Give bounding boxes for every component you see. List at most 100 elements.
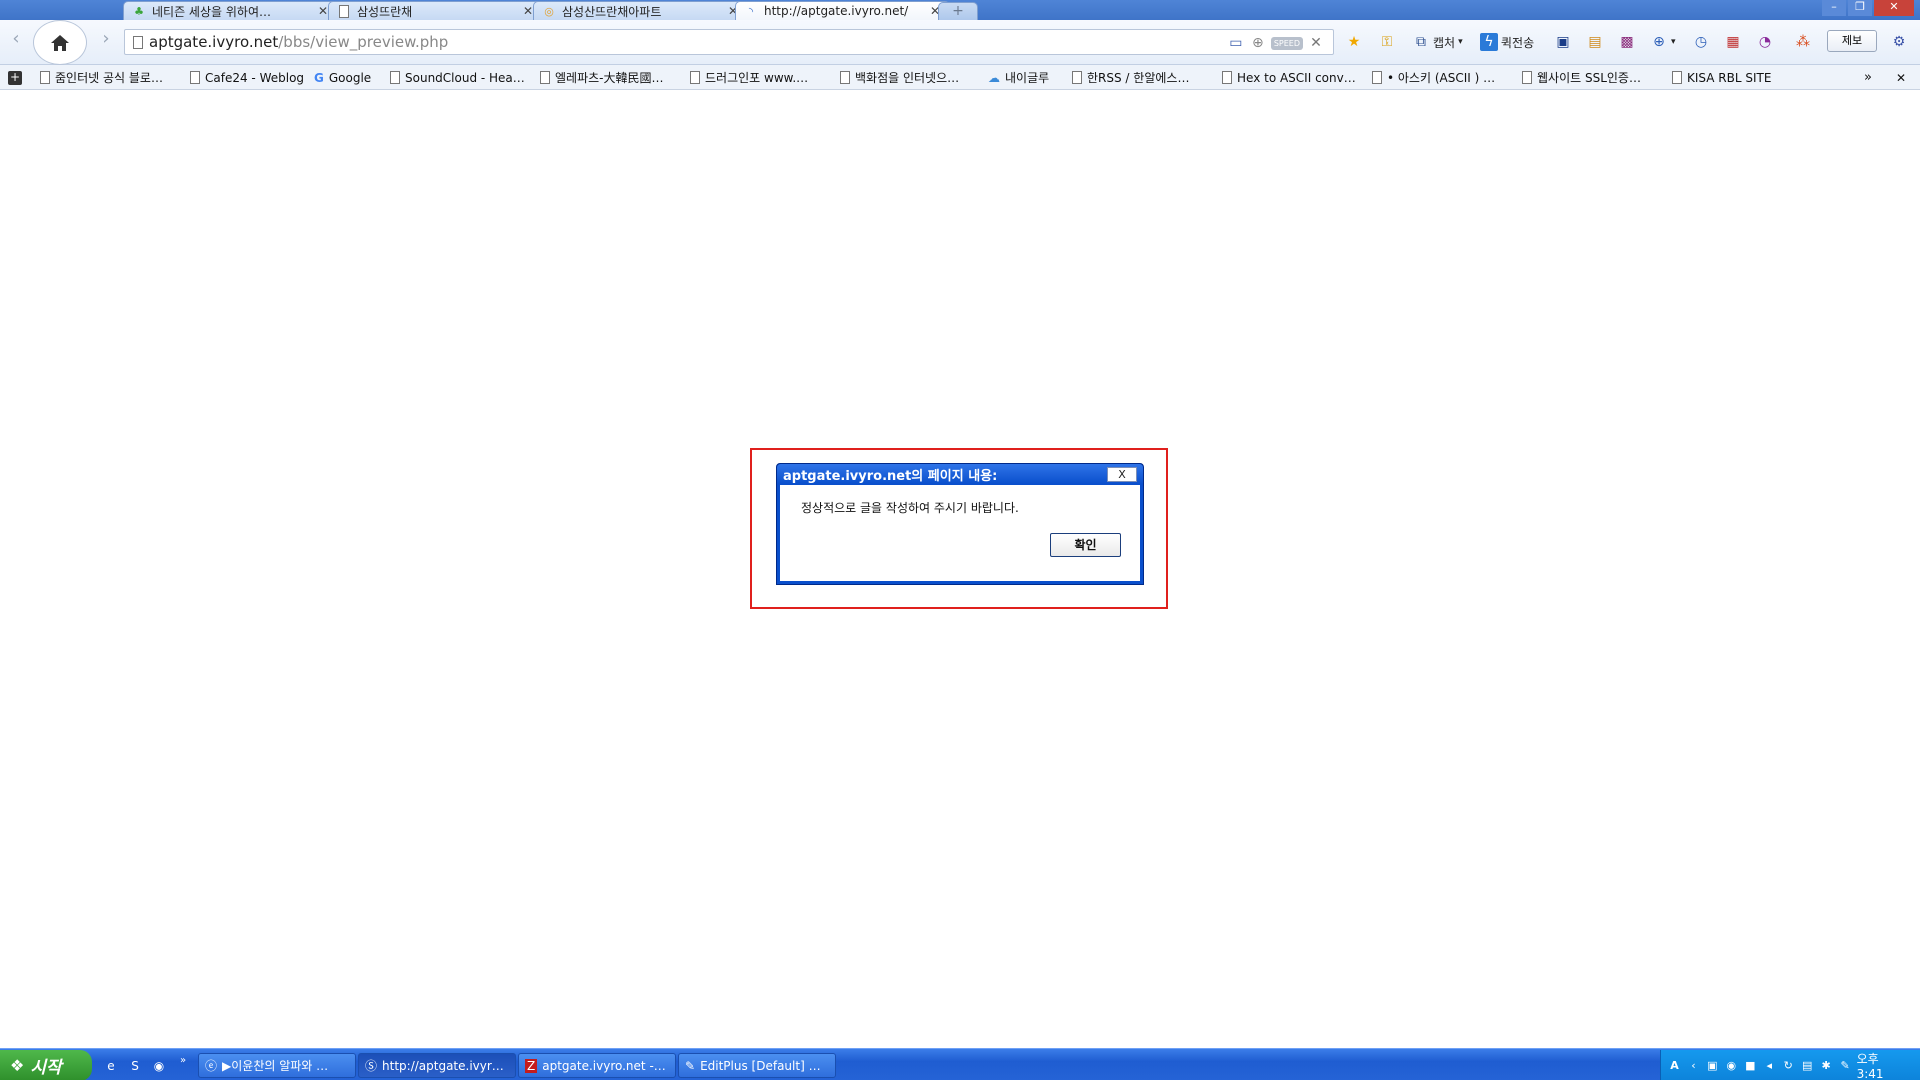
home-button[interactable] [33, 20, 87, 65]
history-button[interactable]: ◷ [1692, 31, 1710, 53]
antivirus-icon[interactable]: ◉ [1724, 1058, 1739, 1074]
bookmark-item[interactable]: 줌인터넷 공식 블로… [40, 69, 163, 86]
taskbar-item-active[interactable]: Ⓢ http://aptgate.ivyr… [358, 1053, 516, 1078]
igloo-icon: ☁ [988, 70, 1000, 85]
tray-expand-icon[interactable]: ‹ [1686, 1058, 1701, 1074]
bookmark-item[interactable]: Cafe24 - Weblog [190, 69, 304, 86]
filezilla-icon: Z [525, 1058, 538, 1073]
new-tab-button[interactable]: + [938, 2, 978, 20]
bookmark-item[interactable]: G Google [314, 69, 371, 86]
system-tray: A ‹ ▣ ◉ ■ ◂ ↻ ▤ ✱ ✎ 오후 3:41 [1660, 1050, 1920, 1080]
taskbar-item[interactable]: ✎ EditPlus [Default] … [678, 1053, 836, 1078]
start-button[interactable]: ❖ 시작 [0, 1050, 92, 1080]
quicklaunch-firefox-icon[interactable]: ◉ [150, 1057, 168, 1075]
quicklaunch-swing-icon[interactable]: S [126, 1057, 144, 1075]
plus-icon: + [8, 69, 22, 85]
alert-dialog: aptgate.ivyro.net의 페이지 내용: X 정상적으로 글을 작성… [776, 463, 1144, 585]
capture-label: 캡처 [1433, 35, 1456, 50]
quick-send-button[interactable]: ϟ 퀵전송 [1480, 31, 1534, 53]
loading-icon: ◝ [748, 4, 754, 18]
messenger-icon[interactable]: ■ [1743, 1058, 1758, 1074]
ime-icon[interactable]: A [1667, 1058, 1682, 1074]
ok-button[interactable]: 확인 [1050, 533, 1121, 557]
tab-title: 삼성뜨란채 [357, 4, 413, 19]
bookmark-item[interactable]: 한RSS / 한알에스… [1072, 69, 1189, 86]
taskbar-item[interactable]: Z aptgate.ivyro.net -… [518, 1053, 676, 1078]
address-path: /bbs/view_preview.php [278, 33, 449, 51]
floppy-icon: ▣ [1556, 34, 1570, 50]
bookmark-item[interactable]: Hex to ASCII conv… [1222, 69, 1356, 86]
tab-title: 네티즌 세상을 위하여… [152, 4, 271, 19]
volume-icon[interactable]: ◂ [1762, 1058, 1777, 1074]
bookmark-item[interactable]: ☁ 내이글루 [988, 69, 1049, 86]
close-bookmarks-icon[interactable]: ✕ [1896, 69, 1906, 86]
page-icon [690, 71, 700, 84]
pen-icon[interactable]: ✎ [1838, 1058, 1853, 1074]
chevron-down-icon: ▾ [1458, 37, 1463, 47]
password-button[interactable]: ⚿ [1378, 31, 1396, 53]
tab-title: 삼성산뜨란채아파트 [562, 4, 662, 19]
bug-icon[interactable]: ✱ [1819, 1058, 1834, 1074]
add-icon[interactable]: ⊕ [1249, 34, 1267, 52]
page-icon [337, 4, 351, 18]
forward-button[interactable]: › [96, 28, 116, 52]
zoom-icon: ⊕ [1653, 34, 1665, 50]
swing-icon: Ⓢ [365, 1059, 378, 1073]
browser-toolbar: ‹ › aptgate.ivyro.net /bbs/view_preview.… [0, 20, 1920, 65]
bookmark-item[interactable]: KISA RBL SITE [1672, 69, 1771, 86]
tab-2[interactable]: 삼성뜨란채 ✕ [328, 1, 543, 20]
printer-icon[interactable]: ▤ [1800, 1058, 1815, 1074]
speed-badge[interactable]: SPEED [1270, 36, 1303, 50]
archive-button[interactable]: ▩ [1618, 31, 1636, 53]
bookmarks-overflow-button[interactable]: » [1864, 69, 1872, 86]
pie-chart-icon: ◔ [1758, 34, 1772, 50]
back-button[interactable]: ‹ [6, 28, 26, 52]
bookmark-item[interactable]: SoundCloud - Hea… [390, 69, 525, 86]
settings-button[interactable]: ⚙ [1890, 31, 1908, 53]
chart-button[interactable]: ◔ [1756, 31, 1774, 53]
minimize-button[interactable]: – [1822, 0, 1846, 16]
taskbar: ❖ 시작 e S ◉ » ⓔ ▶이윤찬의 알파와 … Ⓢ http://aptg… [0, 1048, 1920, 1080]
quicklaunch-ie-icon[interactable]: e [102, 1057, 120, 1075]
capture-button[interactable]: ⧉ 캡처 ▾ [1412, 31, 1463, 53]
archive-icon: ▩ [1620, 34, 1634, 50]
address-domain: aptgate.ivyro.net [149, 33, 279, 51]
calendar-button[interactable]: ▦ [1724, 31, 1742, 53]
page-icon [1072, 71, 1082, 84]
tab-3[interactable]: ◎ 삼성산뜨란채아파트 ✕ [533, 1, 748, 20]
page-icon [133, 35, 143, 49]
bookmark-item[interactable]: 백화점을 인터넷으… [840, 69, 959, 86]
add-bookmark-button[interactable]: + [8, 69, 22, 86]
address-bar[interactable]: aptgate.ivyro.net /bbs/view_preview.php … [124, 29, 1334, 55]
tab-1[interactable]: ♣ 네티즌 세상을 위하여… ✕ [123, 1, 338, 20]
bookmark-item[interactable]: 웹사이트 SSL인증… [1522, 69, 1641, 86]
bookmark-star-button[interactable]: ★ [1345, 31, 1363, 53]
bookmark-item[interactable]: • 아스키 (ASCII ) … [1372, 69, 1495, 86]
bookmark-item[interactable]: 엘레파츠-大韓民國… [540, 69, 664, 86]
memo-button[interactable]: ▤ [1586, 31, 1604, 53]
dialog-close-button[interactable]: X [1107, 466, 1137, 482]
save-button[interactable]: ▣ [1554, 31, 1572, 53]
globe-icon: ◎ [544, 4, 554, 18]
clock-icon: ◷ [1694, 34, 1708, 50]
taskbar-item[interactable]: ⓔ ▶이윤찬의 알파와 … [198, 1053, 356, 1078]
grid-icon: ⁂ [1796, 34, 1810, 50]
window-close-button[interactable]: ✕ [1874, 0, 1914, 16]
quick-send-label: 퀵전송 [1501, 35, 1535, 50]
bookmark-item[interactable]: 드러그인포 www.… [690, 69, 808, 86]
network-icon[interactable]: ▣ [1705, 1058, 1720, 1074]
maximize-button[interactable]: ❐ [1848, 0, 1872, 16]
clock: 오후 3:41 [1856, 1052, 1884, 1080]
tab-4-active[interactable]: ◝ http://aptgate.ivyro.net/ ✕ [735, 1, 950, 20]
quicklaunch-overflow-icon[interactable]: » [174, 1051, 192, 1069]
device-icon[interactable]: ▭ [1227, 34, 1245, 52]
update-icon[interactable]: ↻ [1781, 1058, 1796, 1074]
apps-button[interactable]: ⁂ [1794, 31, 1812, 53]
report-button[interactable]: 제보 [1827, 30, 1877, 52]
page-icon [1222, 71, 1232, 84]
lightning-icon: ϟ [1480, 33, 1498, 51]
address-actions: ▭ ⊕ SPEED ✕ [1227, 34, 1325, 52]
zoom-button[interactable]: ⊕ ▾ [1650, 31, 1675, 53]
page-icon [390, 71, 400, 84]
clear-icon[interactable]: ✕ [1307, 34, 1325, 52]
